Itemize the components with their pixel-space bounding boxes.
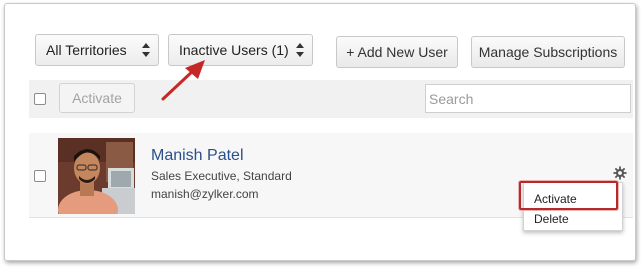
bulk-activate-label: Activate xyxy=(72,90,122,106)
bulk-activate-button[interactable]: Activate xyxy=(59,83,135,113)
user-name-link[interactable]: Manish Patel xyxy=(151,147,244,165)
territory-select-label: All Territories xyxy=(46,42,127,58)
red-arrow-icon xyxy=(161,60,205,101)
manage-subscriptions-button[interactable]: Manage Subscriptions xyxy=(471,36,625,68)
manage-subscriptions-label: Manage Subscriptions xyxy=(478,44,618,60)
avatar xyxy=(58,138,135,214)
user-email: manish@zylker.com xyxy=(151,187,259,201)
territory-select[interactable]: All Territories xyxy=(35,34,159,66)
menu-item-delete[interactable]: Delete xyxy=(534,212,569,226)
user-role: Sales Executive, Standard xyxy=(151,169,292,183)
user-row-checkbox[interactable] xyxy=(34,170,46,182)
updown-arrows-icon xyxy=(296,43,304,57)
add-new-user-button[interactable]: + Add New User xyxy=(336,36,458,68)
search-input[interactable] xyxy=(425,84,631,113)
select-all-checkbox[interactable] xyxy=(34,93,46,105)
updown-arrows-icon xyxy=(142,43,150,57)
gear-icon[interactable] xyxy=(613,166,627,180)
user-status-select-label: Inactive Users (1) xyxy=(179,42,289,58)
activate-highlight-box xyxy=(519,181,618,210)
add-new-user-label: + Add New User xyxy=(346,44,448,60)
